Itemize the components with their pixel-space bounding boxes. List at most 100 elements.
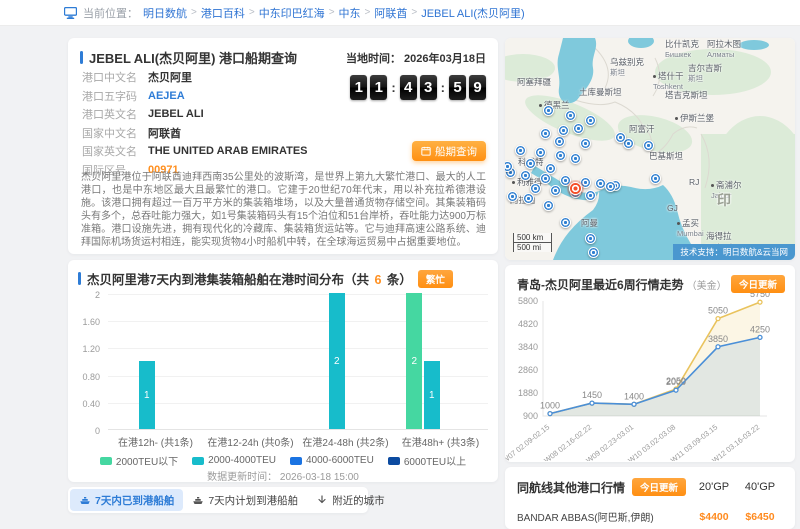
port-marker-icon[interactable]: [615, 132, 626, 143]
clock-digit: 5: [449, 75, 466, 100]
port-marker-icon[interactable]: [565, 110, 576, 121]
map-place-label: 巴基斯坦: [649, 152, 683, 162]
data-point[interactable]: [716, 317, 720, 321]
field-value: 杰贝阿里: [148, 69, 192, 85]
port-marker-icon[interactable]: [543, 105, 554, 116]
y-axis-label: 0.80: [82, 372, 100, 382]
data-point[interactable]: [674, 388, 678, 392]
port-marker-icon[interactable]: [515, 145, 526, 156]
port-marker-icon[interactable]: [643, 140, 654, 151]
bar-group: [203, 294, 298, 429]
port-fields: 港口中文名杰贝阿里港口五字码AEJEA港口英文名JEBEL ALI国家中文名阿联…: [82, 68, 308, 179]
data-point[interactable]: [548, 412, 552, 416]
port-info-card: JEBEL ALI(杰贝阿里) 港口船期查询 港口中文名杰贝阿里港口五字码AEJ…: [68, 38, 498, 254]
data-point[interactable]: [632, 402, 636, 406]
port-marker-icon[interactable]: [580, 138, 591, 149]
arrow-down-icon: [316, 494, 328, 506]
bar-chart-title-text: 杰贝阿里港7天内到港集装箱船舶在港时间分布（共 6 条）: [87, 269, 412, 288]
breadcrumb-link[interactable]: 中东印巴红海: [259, 5, 325, 21]
bar-2000-4000TEU[interactable]: 1: [139, 361, 155, 429]
port-marker-icon[interactable]: [535, 147, 546, 158]
y-axis-label: 2860: [518, 365, 538, 375]
port-marker-icon[interactable]: [550, 185, 561, 196]
map-place-sublabel: Бишкек: [665, 50, 699, 60]
data-point-label: 5750: [750, 293, 770, 299]
port-marker-icon[interactable]: [573, 123, 584, 134]
port-marker-icon[interactable]: [560, 217, 571, 228]
map-place-label: 阿曼: [581, 219, 598, 229]
tab-planned-ships[interactable]: 7天内计划到港船舶: [183, 489, 307, 511]
port-marker-icon[interactable]: [554, 136, 565, 147]
legend-swatch: [290, 457, 302, 465]
rates-rows: BANDAR ABBAS(阿巴斯,伊朗)$4400$6450: [505, 509, 795, 524]
y-axis-label: 0.40: [82, 399, 100, 409]
data-point[interactable]: [758, 300, 762, 304]
legend-item[interactable]: 4000-6000TEU: [290, 453, 374, 468]
port-marker-icon[interactable]: [520, 170, 531, 181]
map-place-label: 孟买Mumbai: [677, 219, 704, 238]
port-marker-icon[interactable]: [555, 150, 566, 161]
port-marker-icon[interactable]: [558, 125, 569, 136]
current-port-marker-icon[interactable]: [569, 182, 582, 195]
legend-item[interactable]: 6000TEU以上: [388, 453, 466, 468]
y-axis-label: 5800: [518, 296, 538, 306]
data-point[interactable]: [758, 335, 762, 339]
port-marker-icon[interactable]: [525, 158, 536, 169]
breadcrumb-link[interactable]: 中东: [339, 5, 361, 21]
schedule-query-button[interactable]: 船期查询: [412, 141, 486, 161]
port-marker-icon[interactable]: [540, 128, 551, 139]
updated-today-badge: 今日更新: [632, 478, 686, 496]
port-marker-icon[interactable]: [605, 181, 616, 192]
port-marker-icon[interactable]: [507, 191, 518, 202]
tab-nearby-cities[interactable]: 附近的城市: [307, 489, 394, 511]
legend-item[interactable]: 2000TEU以下: [100, 453, 178, 468]
port-marker-icon[interactable]: [585, 233, 596, 244]
breadcrumb-link[interactable]: 阿联酋: [374, 5, 407, 21]
map-attribution: 技术支持：明日数航&云当网: [673, 244, 795, 260]
rate-row[interactable]: BANDAR ABBAS(阿巴斯,伊朗)$4400$6450: [505, 509, 795, 524]
legend-swatch: [192, 457, 204, 465]
map-card[interactable]: 阿塞拜疆乌兹别克斯坦土库曼斯坦吉尔吉斯斯坦塔什干Toshkent塔吉克斯坦比什凯…: [505, 38, 795, 260]
updated-today-badge: 今日更新: [731, 275, 785, 293]
tab-arrived-ships[interactable]: 7天内已到港船舶: [70, 489, 183, 511]
clock-digit: 1: [370, 75, 387, 100]
port-marker-icon[interactable]: [543, 200, 554, 211]
field-label: 国家英文名: [82, 143, 148, 159]
port-field-row: 国家英文名THE UNITED ARAB EMIRATES: [82, 142, 308, 160]
line-chart: 5800482038402860188090010001450140020505…: [505, 293, 795, 461]
bar-group: 21: [393, 294, 488, 429]
city-dot-icon: [512, 181, 515, 184]
port-marker-icon[interactable]: [585, 190, 596, 201]
port-marker-icon[interactable]: [570, 153, 581, 164]
rate-20gp: $4400: [691, 511, 737, 523]
port-field-row: 港口五字码AEJEA: [82, 87, 308, 105]
rate-trend-card: 青岛-杰贝阿里最近6周行情走势 （美金） 今日更新 58004820384028…: [505, 265, 795, 462]
breadcrumb-link[interactable]: 港口百科: [201, 5, 245, 21]
field-value[interactable]: AEJEA: [148, 90, 185, 102]
legend-item[interactable]: 2000-4000TEU: [192, 453, 276, 468]
breadcrumb-link[interactable]: 明日数航: [143, 5, 187, 21]
breadcrumb-link[interactable]: JEBEL ALI(杰贝阿里): [421, 5, 525, 21]
breadcrumb-separator: >: [191, 7, 197, 18]
data-point[interactable]: [716, 345, 720, 349]
rates-columns: 20'GP 40'GP: [691, 481, 783, 493]
data-point[interactable]: [590, 401, 594, 405]
bar-chart-title: 杰贝阿里港7天内到港集装箱船舶在港时间分布（共 6 条） 繁忙: [78, 269, 488, 288]
port-marker-icon[interactable]: [523, 193, 534, 204]
clock-digit: 3: [420, 75, 437, 100]
port-marker-icon[interactable]: [585, 115, 596, 126]
ship-count: 6: [374, 273, 381, 287]
bar-2000-4000TEU[interactable]: 2: [329, 293, 345, 429]
bar-chart-plot: 1221: [108, 294, 488, 430]
bar-2000-4000TEU[interactable]: 1: [424, 361, 440, 429]
data-point-label: 2000: [666, 377, 686, 387]
port-marker-icon[interactable]: [540, 173, 551, 184]
bar-2000TEU以下[interactable]: 2: [406, 293, 422, 429]
tab-label: 附近的城市: [332, 493, 385, 508]
port-marker-icon[interactable]: [530, 183, 541, 194]
port-marker-icon[interactable]: [588, 247, 599, 258]
monitor-icon: [64, 7, 77, 19]
rates-title: 同航线其他港口行情: [517, 479, 625, 496]
port-marker-icon[interactable]: [650, 173, 661, 184]
chart-update-time: 数据更新时间： 2026-03-18 15:00: [68, 468, 498, 483]
